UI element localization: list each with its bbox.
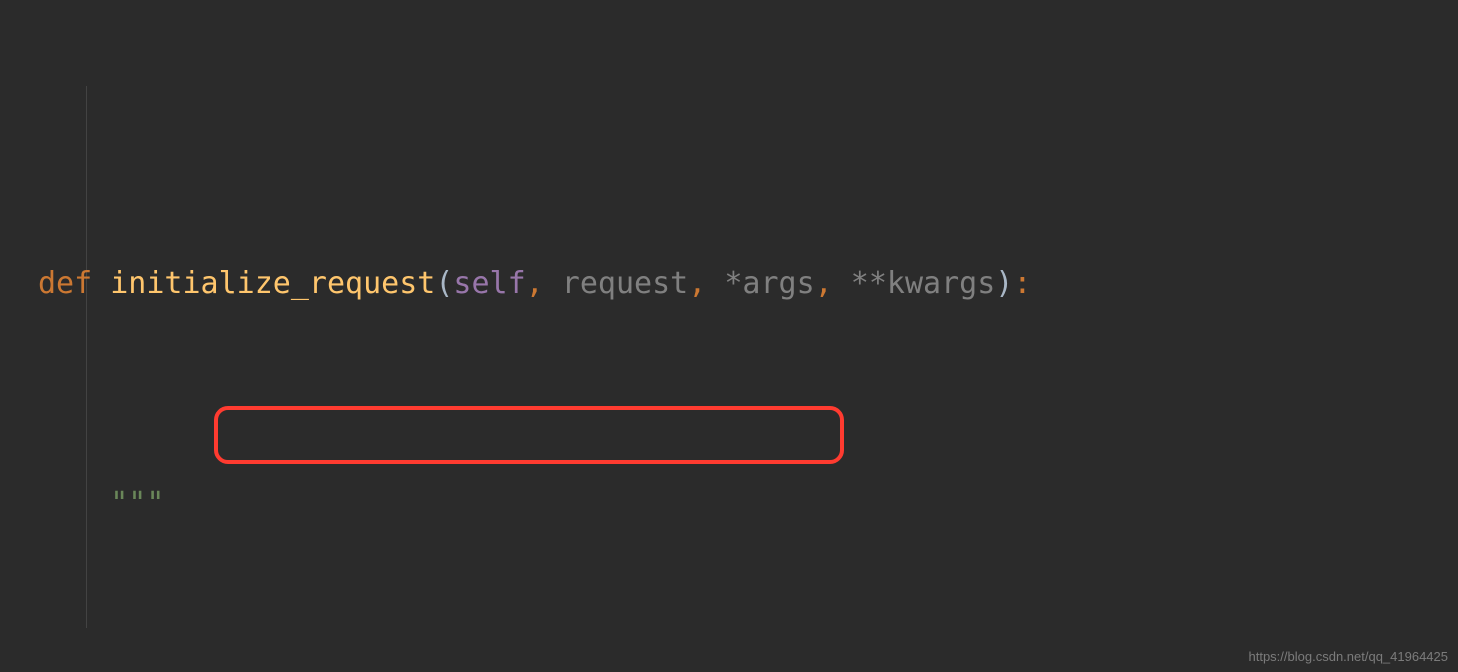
paren-open: ( [435, 266, 453, 301]
star-star: ** [851, 266, 887, 301]
docstring-open: """ [110, 486, 164, 521]
paren-close: ) [995, 266, 1013, 301]
param-kwargs: kwargs [887, 266, 995, 301]
comma: , [815, 266, 833, 301]
code-line: """ [38, 482, 1458, 526]
param-request: request [562, 266, 688, 301]
colon: : [1013, 266, 1031, 301]
highlight-annotation-box [214, 406, 844, 464]
code-editor[interactable]: def initialize_request(self, request, *a… [0, 0, 1458, 672]
param-args: args [742, 266, 814, 301]
indent-guide [86, 86, 87, 628]
self-param: self [453, 266, 525, 301]
comma: , [526, 266, 544, 301]
star: * [724, 266, 742, 301]
code-line: def initialize_request(self, request, *a… [38, 262, 1458, 306]
comma: , [688, 266, 706, 301]
watermark-text: https://blog.csdn.net/qq_41964425 [1249, 649, 1449, 664]
keyword-def: def [38, 266, 92, 301]
function-name: initialize_request [110, 266, 435, 301]
